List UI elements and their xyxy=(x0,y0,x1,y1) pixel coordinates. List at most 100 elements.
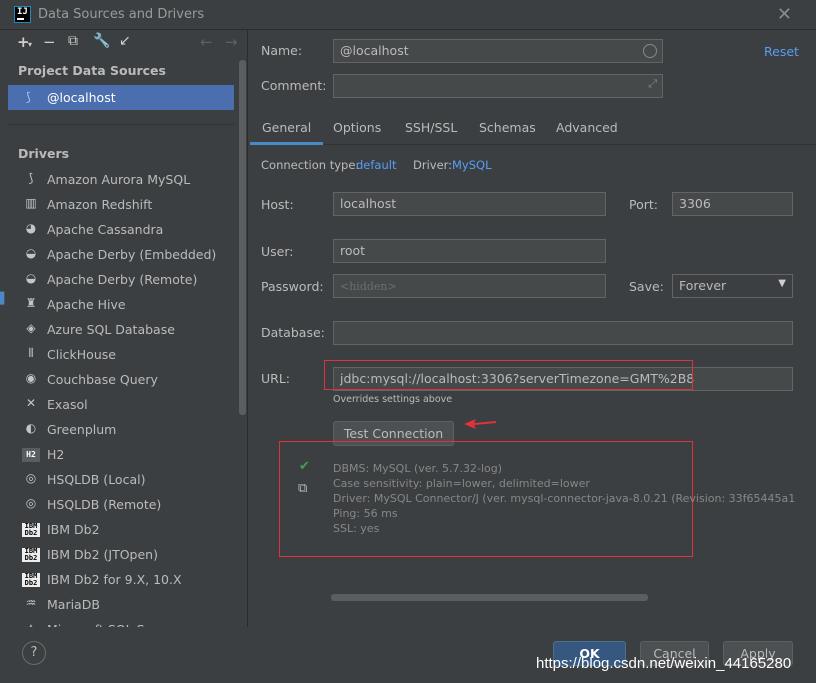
tab-general[interactable]: General xyxy=(249,120,324,145)
driver-label: Greenplum xyxy=(47,422,117,437)
driver-item[interactable]: ⟆ Amazon Aurora MySQL xyxy=(8,168,234,193)
sidebar-scrollbar[interactable] xyxy=(239,60,246,415)
tab-options[interactable]: Options xyxy=(333,120,381,135)
redshift-icon: ▥ xyxy=(25,196,37,210)
red-arrow-annotation xyxy=(464,419,496,429)
url-label: URL: xyxy=(261,371,291,386)
driver-label: IBM Db2 xyxy=(47,522,100,537)
host-label: Host: xyxy=(261,197,294,212)
success-check-icon: ✔ xyxy=(299,459,310,474)
driver-link[interactable]: MySQL xyxy=(452,158,492,172)
url-highlight-box xyxy=(324,360,693,390)
wrench-icon[interactable]: 🔧 xyxy=(93,33,110,49)
clickhouse-icon: ⦀ xyxy=(28,346,34,360)
duplicate-icon[interactable]: ⧉ xyxy=(68,33,78,49)
sidebar-toolbar: + ▾ − ⧉ 🔧 ↙ ← → xyxy=(8,30,247,58)
cassandra-icon: ◕ xyxy=(25,221,37,235)
connection-type-link[interactable]: default xyxy=(356,158,396,172)
result-driver: Driver: MySQL Connector/J (ver. mysql-co… xyxy=(333,492,796,505)
project-data-sources-header: Project Data Sources xyxy=(18,63,166,78)
url-override-note: Overrides settings above xyxy=(333,394,453,405)
driver-item[interactable]: ▥ Amazon Redshift xyxy=(8,193,234,218)
password-field[interactable]: <hidden> xyxy=(333,274,606,298)
tab-advanced[interactable]: Advanced xyxy=(556,120,618,135)
user-label: User: xyxy=(261,244,294,259)
hsqldb-icon: ◎ xyxy=(25,471,37,485)
add-dropdown-icon[interactable]: ▾ xyxy=(28,40,32,49)
port-field[interactable]: 3306 xyxy=(672,192,793,216)
name-field[interactable]: @localhost xyxy=(333,39,663,63)
driver-item[interactable]: ♜ Apache Hive xyxy=(8,293,234,318)
driver-label: IBM Db2 for 9.X, 10.X xyxy=(47,572,182,587)
forward-arrow-icon[interactable]: → xyxy=(225,33,238,51)
driver-label: ClickHouse xyxy=(47,347,116,362)
driver-label: Amazon Redshift xyxy=(47,197,153,212)
title-bar: IJ Data Sources and Drivers ✕ xyxy=(0,0,816,30)
expand-icon[interactable]: ⤢ xyxy=(648,77,657,91)
back-arrow-icon[interactable]: ← xyxy=(200,33,213,51)
connection-type-label: Connection type: xyxy=(261,158,360,172)
driver-item[interactable]: ⦀ ClickHouse xyxy=(8,343,234,368)
driver-item[interactable]: ◎ HSQLDB (Local) xyxy=(8,468,234,493)
result-case-sensitivity: Case sensitivity: plain=lower, delimited… xyxy=(333,477,590,490)
name-label: Name: xyxy=(261,43,303,58)
driver-item[interactable]: ◉ Couchbase Query xyxy=(8,368,234,393)
greenplum-icon: ◐ xyxy=(25,421,37,435)
driver-item[interactable]: ♒ MariaDB xyxy=(8,593,234,618)
h2-icon: H2 xyxy=(22,448,40,462)
result-dbms: DBMS: MySQL (ver. 5.7.32-log) xyxy=(333,462,503,475)
reset-link[interactable]: Reset xyxy=(764,44,799,59)
data-source-localhost[interactable]: ⟆ @localhost xyxy=(8,85,234,110)
copy-icon[interactable]: ⧉ xyxy=(298,481,307,496)
driver-label: Driver: xyxy=(413,158,453,172)
sidebar: + ▾ − ⧉ 🔧 ↙ ← → Project Data Sources ⟆ @… xyxy=(8,30,248,627)
remove-icon[interactable]: − xyxy=(43,33,56,51)
name-value: @localhost xyxy=(340,43,409,58)
driver-item[interactable]: ◐ Greenplum xyxy=(8,418,234,443)
comment-label: Comment: xyxy=(261,78,327,93)
save-select[interactable]: Forever ▼ xyxy=(672,274,793,298)
user-field[interactable]: root xyxy=(333,239,606,263)
driver-label: H2 xyxy=(47,447,65,462)
driver-item[interactable]: IBM Db2 IBM Db2 for 9.X, 10.X xyxy=(8,568,234,593)
mysql-icon: ⟆ xyxy=(26,90,31,104)
driver-item[interactable]: H2 H2 xyxy=(8,443,234,468)
database-label: Database: xyxy=(261,325,325,340)
driver-item[interactable]: ◒ Apache Derby (Embedded) xyxy=(8,243,234,268)
driver-item[interactable]: ◕ Apache Cassandra xyxy=(8,218,234,243)
divider xyxy=(8,124,234,125)
driver-item[interactable]: ◈ Azure SQL Database xyxy=(8,318,234,343)
driver-label: Apache Cassandra xyxy=(47,222,164,237)
driver-label: MariaDB xyxy=(47,597,100,612)
aurora-icon: ⟆ xyxy=(28,171,34,185)
horizontal-scrollbar[interactable] xyxy=(331,594,648,601)
background-window-edge: ▌ xyxy=(0,292,9,305)
tab-ssh-ssl[interactable]: SSH/SSL xyxy=(405,120,457,135)
driver-label: IBM Db2 (JTOpen) xyxy=(47,547,158,562)
watermark: https://blog.csdn.net/weixin_44165280 xyxy=(536,655,792,672)
driver-item[interactable]: ◭ Microsoft SQL S... xyxy=(8,618,234,627)
derby-icon: ◒ xyxy=(25,271,37,285)
database-field[interactable] xyxy=(333,321,793,345)
result-ssl: SSL: yes xyxy=(333,522,380,535)
driver-item[interactable]: IBM Db2 IBM Db2 xyxy=(8,518,234,543)
driver-label: Exasol xyxy=(47,397,88,412)
driver-item[interactable]: ◎ HSQLDB (Remote) xyxy=(8,493,234,518)
hive-icon: ♜ xyxy=(25,296,37,310)
driver-item[interactable]: IBM Db2 IBM Db2 (JTOpen) xyxy=(8,543,234,568)
driver-label: Amazon Aurora MySQL xyxy=(47,172,191,187)
name-color-circle-icon[interactable] xyxy=(643,44,657,58)
driver-label: Apache Derby (Embedded) xyxy=(47,247,217,262)
go-to-icon[interactable]: ↙ xyxy=(119,33,131,49)
tab-schemas[interactable]: Schemas xyxy=(479,120,536,135)
azure-icon: ◈ xyxy=(26,321,36,335)
comment-field[interactable]: ⤢ xyxy=(333,74,663,98)
host-field[interactable]: localhost xyxy=(333,192,606,216)
couchbase-icon: ◉ xyxy=(25,371,37,385)
mssql-icon: ◭ xyxy=(22,621,40,627)
driver-label: HSQLDB (Remote) xyxy=(47,497,162,512)
help-button[interactable]: ? xyxy=(22,641,46,665)
close-icon[interactable]: ✕ xyxy=(777,4,792,25)
driver-item[interactable]: ◒ Apache Derby (Remote) xyxy=(8,268,234,293)
driver-item[interactable]: ✕ Exasol xyxy=(8,393,234,418)
